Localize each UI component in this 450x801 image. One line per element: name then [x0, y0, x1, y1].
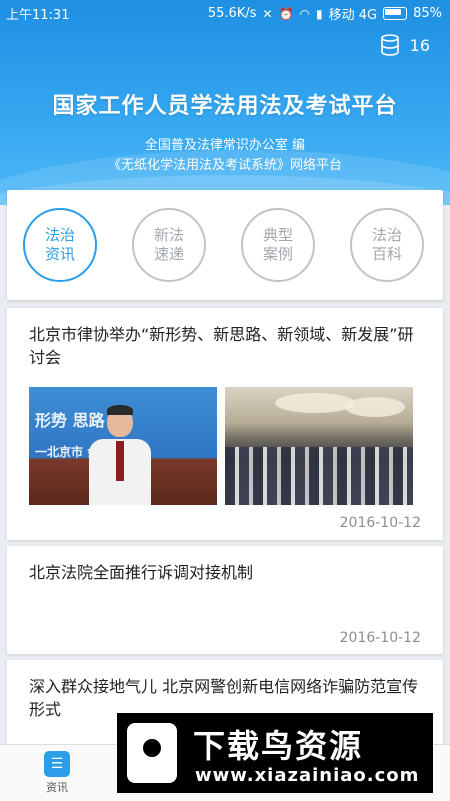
news-image	[225, 387, 413, 505]
category-legal-news[interactable]: 法治资讯	[23, 208, 97, 282]
category-label: 新法速递	[153, 226, 184, 263]
status-bar: 上午11:31 55.6K/s ✕ ⏰ ◠ ▮ 移动 4G 85%	[0, 0, 450, 24]
nav-item-news[interactable]: ☰ 资讯	[17, 745, 97, 801]
status-right: 55.6K/s ✕ ⏰ ◠ ▮ 移动 4G 85%	[208, 4, 442, 23]
app-subtitle-1: 全国普及法律常识办公室 编	[144, 138, 306, 153]
category-new-laws[interactable]: 新法速递	[132, 208, 206, 282]
app-subtitle-2: 《无纸化学法用法及考试系统》网络平台	[107, 158, 342, 173]
status-time: 上午11:31	[6, 8, 70, 23]
mute-icon: ✕	[262, 6, 273, 21]
category-label: 法治百科	[371, 226, 402, 263]
news-icon: ☰	[44, 751, 70, 777]
news-date: 2016-10-12	[339, 515, 421, 531]
header: 上午11:31 55.6K/s ✕ ⏰ ◠ ▮ 移动 4G 85% 16 国家工…	[0, 0, 450, 205]
coin-counter[interactable]: 16	[380, 34, 430, 56]
carrier-label: 移动 4G	[328, 8, 378, 23]
news-headline: 北京法院全面推行诉调对接机制	[29, 563, 254, 582]
alarm-icon: ⏰	[278, 6, 294, 21]
signal-icon: ▮	[316, 6, 323, 21]
nav-label: 资讯	[46, 781, 68, 794]
watermark-url: www.xiazainiao.com	[195, 765, 420, 786]
watermark-banner: 下载鸟资源 www.xiazainiao.com	[117, 713, 433, 793]
battery-percent: 85%	[413, 6, 442, 21]
database-icon	[380, 34, 399, 56]
news-image: 形势 思路 一北京市 会业务拓展	[29, 387, 217, 505]
wifi-icon: ◠	[299, 6, 310, 21]
category-legal-encyclopedia[interactable]: 法治百科	[350, 208, 424, 282]
network-speed: 55.6K/s	[207, 6, 257, 21]
news-item[interactable]: 北京法院全面推行诉调对接机制 2016-10-12	[7, 546, 443, 654]
category-label: 法治资讯	[44, 226, 75, 263]
category-card: 法治资讯 新法速递 典型案例 法治百科	[7, 190, 443, 300]
watermark-title: 下载鸟资源	[193, 727, 364, 765]
category-label: 典型案例	[262, 226, 293, 263]
news-date: 2016-10-12	[339, 630, 421, 646]
speaker-figure	[89, 405, 151, 505]
battery-icon	[383, 7, 408, 20]
news-headline: 北京市律协举办“新形势、新思路、新领域、新发展”研讨会	[29, 325, 414, 367]
counter-value: 16	[409, 35, 430, 55]
news-item[interactable]: 北京市律协举办“新形势、新思路、新领域、新发展”研讨会 形势 思路 一北京市 会…	[7, 308, 443, 540]
app-title: 国家工作人员学法用法及考试平台	[52, 94, 398, 119]
category-typical-cases[interactable]: 典型案例	[241, 208, 315, 282]
bird-logo-icon	[127, 723, 177, 783]
